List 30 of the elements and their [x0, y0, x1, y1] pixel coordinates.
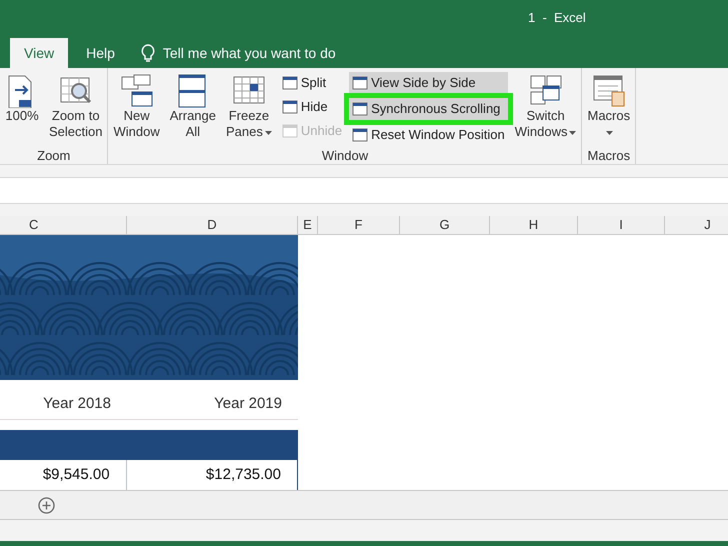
ribbon-button[interactable]: Switch Windows: [512, 72, 580, 140]
column-header[interactable]: C: [0, 216, 127, 234]
column-header[interactable]: D: [127, 216, 298, 234]
ribbon-small-button[interactable]: View Side by Side: [349, 72, 508, 94]
ribbon-small-button[interactable]: Reset Window Position: [349, 124, 508, 146]
group-label: Zoom: [36, 147, 72, 164]
group-label: Macros: [586, 147, 632, 164]
column-header[interactable]: I: [578, 216, 665, 234]
column-header[interactable]: E: [298, 216, 318, 234]
ribbon-tab[interactable]: View: [10, 38, 68, 68]
ribbon-small-button[interactable]: Split: [278, 72, 346, 94]
ribbon-button[interactable]: Freeze Panes: [222, 72, 275, 140]
ribbon-button[interactable]: Zoom to Selection: [46, 72, 106, 140]
column-header[interactable]: J: [665, 216, 728, 234]
window-title: 1 - Excel: [528, 8, 586, 27]
ribbon-button[interactable]: Arrange All: [166, 72, 219, 140]
column-header[interactable]: G: [400, 216, 490, 234]
group-label: Window: [320, 147, 370, 164]
ribbon-button[interactable]: New Window: [110, 72, 163, 140]
column-header[interactable]: H: [490, 216, 578, 234]
ribbon-tab[interactable]: Help: [72, 38, 129, 68]
table-cell-text: Year 2018: [42, 394, 112, 414]
table-cell-text: Year 2019: [213, 394, 283, 414]
ribbon-small-button[interactable]: Hide: [278, 96, 346, 118]
tell-me-field[interactable]: Tell me what you want to do: [162, 42, 363, 64]
ribbon-button[interactable]: Macros: [584, 72, 634, 140]
ribbon-small-button[interactable]: Synchronous Scrolling: [349, 98, 508, 120]
table-cell-text: $12,735.00: [204, 464, 282, 485]
ribbon-button[interactable]: 100%: [2, 72, 42, 124]
column-header[interactable]: F: [318, 216, 400, 234]
